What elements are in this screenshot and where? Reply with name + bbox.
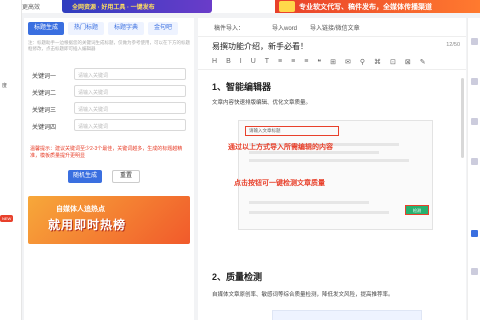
keyword-input-1[interactable]: 请输入关键词 bbox=[74, 68, 186, 80]
text-color-icon[interactable]: T bbox=[265, 58, 269, 65]
section-heading-2: 2、质量检测 bbox=[212, 272, 263, 282]
keyword-input-2[interactable]: 请输入关键词 bbox=[74, 85, 186, 97]
quality-screenshot bbox=[272, 310, 422, 320]
tool-hint: 注：标题助手一边根据您的关键词生成标题，仅做为参考使用，可以在下方的标题框修改，… bbox=[28, 40, 190, 51]
article-title-input[interactable]: 易撰功能介绍，新手必看！ bbox=[212, 41, 308, 52]
tool-buttons: 随机生成 重置 bbox=[68, 170, 140, 183]
send-icon[interactable]: ✉ bbox=[345, 58, 351, 66]
screenshot-check-button: 检测 bbox=[405, 205, 429, 215]
section-text-2: 自媒体文章原创率、敏感词等综合质量检测，降低发文风险，提高推荐率。 bbox=[212, 292, 394, 298]
code-icon[interactable]: ⌘ bbox=[374, 58, 381, 66]
table-icon[interactable]: ⊞ bbox=[330, 58, 336, 66]
align-left-icon[interactable]: ≡ bbox=[278, 58, 282, 65]
heading-icon[interactable]: H bbox=[212, 58, 217, 65]
screenshot-line bbox=[249, 159, 409, 162]
generate-button[interactable]: 随机生成 bbox=[68, 170, 102, 183]
rail-tool-icon[interactable] bbox=[471, 158, 478, 165]
tab-hot-titles[interactable]: 热门标题 bbox=[68, 22, 105, 35]
keyword-row-1: 关键词一 请输入关键词 bbox=[28, 68, 188, 80]
section-heading-1: 1、智能编辑器 bbox=[212, 82, 272, 92]
rail-tool-icon[interactable] bbox=[471, 118, 478, 125]
new-badge: NEW bbox=[0, 215, 14, 222]
annotation-check: 点击按钮可一键检测文章质量 bbox=[234, 180, 325, 187]
import-bar: 稿件导入： 导入word 导入链接/微信文章 bbox=[198, 18, 466, 34]
title-char-count: 12/50 bbox=[446, 42, 460, 48]
title-tool-panel: 标题生成 热门标题 标题字典 金句吧 注：标题助手一边根据您的关键词生成标题，仅… bbox=[24, 18, 194, 320]
screenshot-title-input: 请输入文章标题 bbox=[245, 126, 339, 136]
quote-icon[interactable]: ❝ bbox=[317, 58, 321, 66]
keyword-label-3: 关键词三 bbox=[32, 108, 57, 114]
section-text-1: 文章内容快速排版编辑、优化文章质量。 bbox=[212, 100, 312, 106]
keyword-row-4: 关键词四 请输入关键词 bbox=[28, 119, 188, 131]
article-editor: 稿件导入： 导入word 导入链接/微信文章 易撰功能介绍，新手必看！ 12/5… bbox=[198, 18, 466, 320]
keyword-label-2: 关键词二 bbox=[32, 91, 57, 97]
tab-golden-quotes[interactable]: 金句吧 bbox=[148, 22, 179, 35]
screenshot-line bbox=[249, 201, 369, 204]
ad-line-2: 就用即时热榜 bbox=[48, 218, 127, 232]
edit-icon[interactable]: ✎ bbox=[420, 58, 426, 66]
ad-line-1: 自媒体人追热点 bbox=[56, 206, 105, 213]
app-root: 让创作更高效 全网资源 · 好用工具 · 一键发布 专业软文代写、稿件发布，全媒… bbox=[0, 0, 480, 320]
keyword-input-3[interactable]: 请输入关键词 bbox=[74, 102, 186, 114]
rail-active-icon[interactable] bbox=[471, 230, 478, 237]
tool-tabs: 标题生成 热门标题 标题字典 金句吧 bbox=[28, 22, 179, 36]
keyword-label-4: 关键词四 bbox=[32, 125, 57, 131]
import-label: 稿件导入： bbox=[214, 26, 245, 32]
video-icon[interactable]: ⊠ bbox=[405, 58, 411, 66]
underline-icon[interactable]: U bbox=[251, 58, 256, 65]
bold-icon[interactable]: B bbox=[226, 58, 231, 65]
editor-scrollbar[interactable] bbox=[461, 78, 464, 158]
keyword-row-3: 关键词三 请输入关键词 bbox=[28, 102, 188, 114]
keyword-input-4[interactable]: 请输入关键词 bbox=[74, 119, 186, 131]
rail-tool-icon[interactable] bbox=[471, 78, 478, 85]
tab-title-generate[interactable]: 标题生成 bbox=[28, 22, 65, 35]
editor-screenshot: 请输入文章标题 检测 bbox=[238, 120, 433, 230]
promo-banner-right-text: 专业软文代写、稿件发布，全媒体传播渠道 bbox=[299, 4, 432, 11]
rail-tool-icon[interactable] bbox=[471, 38, 478, 45]
right-rail bbox=[467, 18, 480, 320]
reset-button[interactable]: 重置 bbox=[112, 170, 140, 183]
align-center-icon[interactable]: ≡ bbox=[291, 58, 295, 65]
italic-icon[interactable]: I bbox=[240, 58, 242, 65]
promo-banner-left-text: 全网资源 · 好用工具 · 一键发布 bbox=[72, 5, 155, 11]
import-word-button[interactable]: 导入word bbox=[272, 23, 297, 32]
tool-tip: 温馨提示：建议关键词至少2-3个最佳，关键词越多，生成的标题越精准，模板质量提升… bbox=[30, 146, 183, 159]
import-link-button[interactable]: 导入链接/微信文章 bbox=[310, 23, 360, 32]
hot-list-ad[interactable]: 自媒体人追热点 就用即时热榜 bbox=[28, 196, 190, 244]
keyword-label-1: 关键词一 bbox=[32, 74, 57, 80]
rail-tool-icon[interactable] bbox=[471, 268, 478, 275]
nav-item-1[interactable]: 度 bbox=[2, 82, 7, 89]
annotation-import: 通过以上方式导入所需编辑的内容 bbox=[228, 144, 333, 151]
promo-banner-left[interactable]: 全网资源 · 好用工具 · 一键发布 bbox=[62, 0, 212, 13]
promo-banner-right[interactable]: 专业软文代写、稿件发布，全媒体传播渠道 bbox=[275, 0, 480, 13]
link-icon[interactable]: ⚲ bbox=[360, 58, 365, 66]
format-toolbar: H B I U T ≡ ≡ ≡ ❝ ⊞ ✉ ⚲ ⌘ ⊡ ⊠ ✎ bbox=[198, 54, 466, 70]
top-bar: 让创作更高效 全网资源 · 好用工具 · 一键发布 专业软文代写、稿件发布，全媒… bbox=[0, 0, 480, 13]
left-nav: 度 NEW bbox=[0, 0, 22, 320]
editor-body[interactable]: 1、智能编辑器 文章内容快速排版编辑、优化文章质量。 请输入文章标题 检测 通过… bbox=[210, 78, 460, 320]
image-icon[interactable]: ⊡ bbox=[390, 58, 396, 66]
tab-title-dictionary[interactable]: 标题字典 bbox=[108, 22, 145, 35]
keyword-row-2: 关键词二 请输入关键词 bbox=[28, 85, 188, 97]
list-icon[interactable]: ≡ bbox=[304, 58, 308, 65]
promo-badge-icon bbox=[279, 1, 295, 12]
title-bar: 易撰功能介绍，新手必看！ 12/50 bbox=[198, 36, 466, 52]
screenshot-line bbox=[249, 211, 389, 214]
